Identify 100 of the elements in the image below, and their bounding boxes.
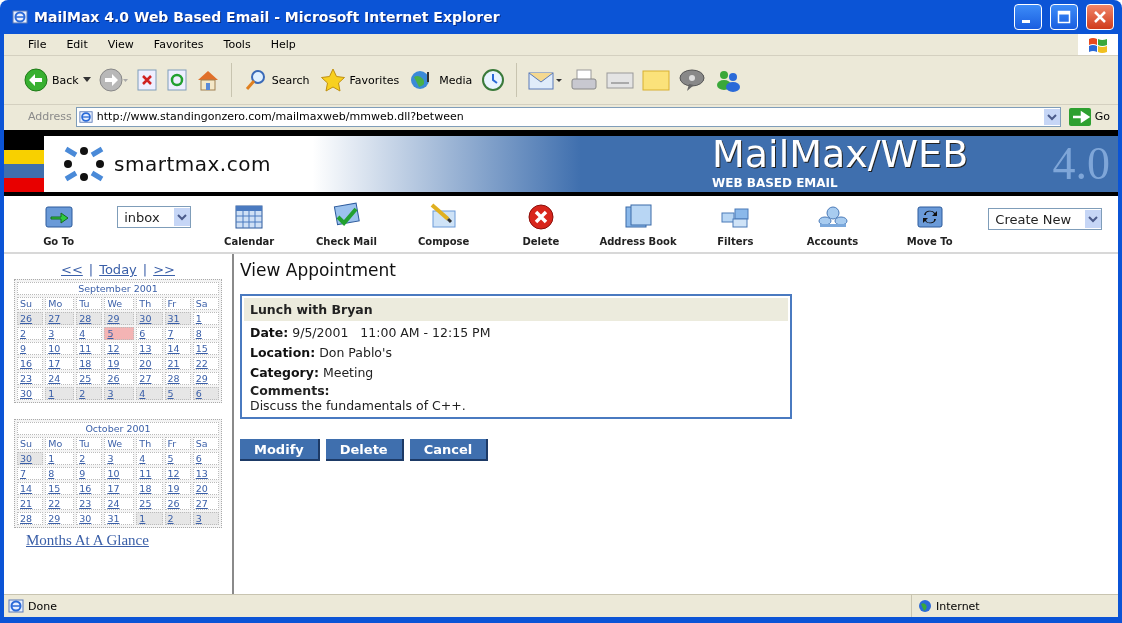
day-cell[interactable]: 1 (45, 452, 75, 465)
day-cell[interactable]: 14 (164, 342, 191, 355)
day-cell[interactable]: 30 (136, 312, 163, 325)
day-cell[interactable]: 6 (192, 452, 219, 465)
day-cell[interactable]: 1 (45, 387, 75, 400)
history-icon[interactable] (480, 68, 507, 92)
toolbar-button[interactable]: Address Book (589, 201, 687, 247)
toolbar-button[interactable]: Delete (492, 201, 590, 247)
day-cell[interactable]: 23 (76, 497, 103, 510)
day-cell[interactable]: 1 (136, 512, 163, 525)
menu-item[interactable]: View (97, 38, 144, 51)
day-cell[interactable]: 20 (136, 357, 163, 370)
day-cell[interactable]: 17 (45, 357, 75, 370)
toolbar-button[interactable]: Move To (881, 201, 979, 247)
day-cell[interactable]: 3 (104, 387, 135, 400)
folder-select[interactable]: inbox (117, 206, 191, 228)
day-cell[interactable]: 2 (76, 452, 103, 465)
day-cell[interactable]: 27 (45, 312, 75, 325)
day-cell[interactable]: 3 (45, 327, 75, 340)
toolbar-button[interactable]: Filters (686, 201, 784, 247)
address-field[interactable]: http://www.standingonzero.com/mailmaxweb/mmweb.dll?between (75, 106, 1061, 127)
day-cell[interactable]: 15 (45, 482, 75, 495)
day-cell[interactable]: 21 (164, 357, 191, 370)
today-link[interactable]: Today (99, 262, 137, 277)
day-cell[interactable]: 30 (17, 387, 44, 400)
day-cell[interactable]: 10 (104, 467, 135, 480)
search-button[interactable]: Search (241, 66, 312, 94)
day-cell[interactable]: 19 (164, 482, 191, 495)
day-cell[interactable]: 5 (164, 452, 191, 465)
day-cell[interactable]: 26 (17, 312, 44, 325)
day-cell[interactable]: 2 (164, 512, 191, 525)
go-button[interactable]: Go (1064, 107, 1114, 126)
day-cell[interactable]: 21 (17, 497, 44, 510)
day-cell[interactable]: 7 (17, 467, 44, 480)
day-cell[interactable]: 25 (76, 372, 103, 385)
previous-link[interactable]: << (61, 262, 83, 277)
day-cell[interactable]: 26 (104, 372, 135, 385)
day-cell[interactable]: 7 (164, 327, 191, 340)
action-button[interactable]: Modify (240, 439, 320, 461)
day-cell[interactable]: 9 (76, 467, 103, 480)
day-cell[interactable]: 20 (192, 482, 219, 495)
day-cell[interactable]: 12 (164, 467, 191, 480)
day-cell[interactable]: 4 (136, 452, 163, 465)
toolbar-button[interactable]: Accounts (783, 201, 882, 247)
day-cell[interactable]: 10 (45, 342, 75, 355)
menu-item[interactable]: Help (260, 38, 306, 51)
day-cell[interactable]: 29 (45, 512, 75, 525)
day-cell[interactable]: 14 (17, 482, 44, 495)
print-icon[interactable] (569, 68, 600, 92)
media-button[interactable]: Media (407, 66, 475, 94)
next-link[interactable]: >> (153, 262, 175, 277)
dropdown-icon[interactable] (1043, 108, 1060, 125)
menu-item[interactable]: File (18, 38, 57, 51)
day-cell[interactable]: 5 (164, 387, 191, 400)
day-cell[interactable]: 28 (17, 512, 44, 525)
day-cell[interactable]: 8 (45, 467, 75, 480)
day-cell[interactable]: 18 (76, 357, 103, 370)
day-cell[interactable]: 8 (192, 327, 219, 340)
back-button[interactable]: Back (22, 66, 93, 94)
day-cell[interactable]: 1 (192, 312, 219, 325)
day-cell[interactable]: 2 (17, 327, 44, 340)
day-cell[interactable]: 6 (192, 387, 219, 400)
day-cell[interactable]: 17 (104, 482, 135, 495)
day-cell[interactable]: 13 (136, 342, 163, 355)
day-cell[interactable]: 23 (17, 372, 44, 385)
action-button[interactable]: Delete (325, 439, 404, 461)
day-cell[interactable]: 16 (76, 482, 103, 495)
day-cell[interactable]: 6 (136, 327, 163, 340)
maximize-button[interactable] (1050, 4, 1078, 30)
speech-bubble-icon[interactable] (677, 68, 708, 92)
day-cell[interactable]: 16 (17, 357, 44, 370)
day-cell[interactable]: 30 (17, 452, 44, 465)
day-cell[interactable]: 11 (76, 342, 103, 355)
day-cell[interactable]: 22 (192, 357, 219, 370)
day-cell[interactable]: 27 (136, 372, 163, 385)
day-cell[interactable]: 26 (164, 497, 191, 510)
menu-item[interactable]: Favorites (143, 38, 214, 51)
action-button[interactable]: Cancel (409, 439, 489, 461)
folder-select[interactable]: Create New (988, 208, 1102, 230)
day-cell[interactable]: 4 (76, 327, 103, 340)
day-cell[interactable]: 31 (164, 312, 191, 325)
day-cell[interactable]: 11 (136, 467, 163, 480)
day-cell[interactable]: 9 (17, 342, 44, 355)
day-cell[interactable]: 31 (104, 512, 135, 525)
day-cell[interactable]: 24 (104, 497, 135, 510)
day-cell[interactable]: 13 (192, 467, 219, 480)
stop-icon[interactable] (134, 68, 159, 92)
close-button[interactable] (1086, 4, 1114, 30)
day-cell[interactable]: 3 (104, 452, 135, 465)
day-cell[interactable]: 28 (164, 372, 191, 385)
day-cell[interactable]: 29 (192, 372, 219, 385)
day-cell[interactable]: 28 (76, 312, 103, 325)
day-cell[interactable]: 15 (192, 342, 219, 355)
minimize-button[interactable] (1014, 4, 1042, 30)
menu-item[interactable]: Edit (56, 38, 98, 51)
day-cell[interactable]: 22 (45, 497, 75, 510)
day-cell[interactable]: 25 (136, 497, 163, 510)
day-cell[interactable]: 2 (76, 387, 103, 400)
menu-item[interactable]: Tools (213, 38, 261, 51)
day-cell[interactable]: 5 (104, 327, 135, 340)
